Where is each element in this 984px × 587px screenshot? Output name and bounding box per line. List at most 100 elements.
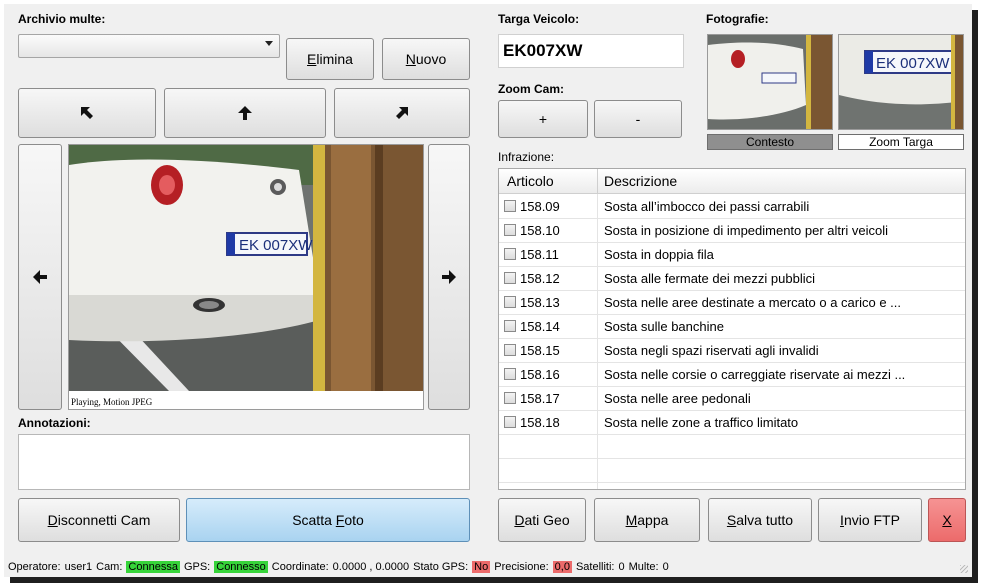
- articolo-text: 158.18: [520, 414, 560, 430]
- status-precisione-value: 0,0: [552, 561, 572, 573]
- table-row[interactable]: 158.11 Sosta in doppia fila: [499, 242, 965, 267]
- table-row[interactable]: 158.18 Sosta nelle zone a traffico limita…: [499, 410, 965, 435]
- pan-up-button[interactable]: [164, 88, 326, 138]
- nuovo-label-accel: N: [405, 51, 416, 67]
- articolo-text: 158.15: [520, 342, 560, 358]
- pan-right-button[interactable]: [428, 144, 470, 410]
- arrow-right-icon: [442, 270, 456, 284]
- status-operatore-value: user1: [64, 561, 93, 573]
- dati-geo-button[interactable]: Dati Geo: [498, 498, 586, 542]
- row-checkbox[interactable]: [504, 392, 516, 404]
- row-checkbox[interactable]: [504, 320, 516, 332]
- resize-grip-icon[interactable]: [960, 565, 968, 573]
- table-row[interactable]: 158.15 Sosta negli spazi riservati agli i…: [499, 338, 965, 363]
- photo-zoom-targa[interactable]: EK 007XW: [838, 34, 964, 130]
- elimina-label-post: limina: [316, 51, 353, 67]
- cell-descrizione: Sosta alle fermate dei mezzi pubblici: [597, 266, 965, 290]
- arrow-up-right-icon: [396, 107, 408, 119]
- table-row[interactable]: 158.14 Sosta sulle banchine: [499, 314, 965, 339]
- table-row-empty: [499, 434, 965, 459]
- close-button[interactable]: X: [928, 498, 966, 542]
- status-multe-label: Multe:: [628, 561, 659, 573]
- zoom-out-button[interactable]: -: [594, 100, 682, 138]
- tab-zoom-targa[interactable]: Zoom Targa: [838, 134, 964, 150]
- articolo-text: 158.11: [520, 246, 559, 262]
- articolo-text: 158.14: [520, 318, 560, 334]
- column-header-descrizione[interactable]: Descrizione: [597, 169, 677, 193]
- row-checkbox[interactable]: [504, 224, 516, 236]
- elimina-label-accel: E: [307, 51, 317, 67]
- status-coord-value: 0.0000 , 0.0000: [332, 561, 410, 573]
- camera-view[interactable]: EK 007XW Playing, Motion JPEG: [68, 144, 424, 410]
- camera-frame-image: EK 007XW: [69, 145, 423, 391]
- nuovo-button[interactable]: Nuovo: [382, 38, 470, 80]
- table-row-empty: [499, 458, 965, 483]
- cell-descrizione: Sosta nelle corsie o carreggiate riserva…: [597, 362, 965, 386]
- cell-articolo: 158.12: [501, 266, 597, 290]
- fotografie-label: Fotografie:: [706, 12, 769, 26]
- disconnetti-label-post: isconnetti Cam: [57, 512, 151, 528]
- cell-descrizione: Sosta nelle aree destinate a mercato o a…: [597, 290, 965, 314]
- targa-label: Targa Veicolo:: [498, 12, 580, 26]
- articolo-text: 158.09: [520, 198, 560, 214]
- archive-dropdown[interactable]: [18, 34, 280, 58]
- table-header: Articolo Descrizione: [499, 169, 965, 194]
- scatta-foto-button[interactable]: Scatta Foto: [186, 498, 470, 542]
- status-bar: Operatore: user1 Cam: Connessa GPS: Conn…: [4, 557, 972, 577]
- elimina-button[interactable]: Elimina: [286, 38, 374, 80]
- cell-articolo: 158.14: [501, 314, 597, 338]
- articolo-text: 158.12: [520, 270, 560, 286]
- row-checkbox[interactable]: [504, 416, 516, 428]
- camera-status-text: Playing, Motion JPEG: [71, 397, 153, 407]
- cell-descrizione: Sosta nelle aree pedonali: [597, 386, 965, 410]
- status-satelliti-label: Satelliti:: [575, 561, 615, 573]
- pan-left-button[interactable]: [18, 144, 62, 410]
- row-checkbox[interactable]: [504, 200, 516, 212]
- salva-label-accel: S: [726, 512, 737, 528]
- scatta-label-post: oto: [344, 512, 364, 528]
- annotazioni-field[interactable]: [18, 434, 470, 490]
- targa-field[interactable]: EK007XW: [498, 34, 684, 68]
- tab-contesto[interactable]: Contesto: [707, 134, 833, 150]
- table-row[interactable]: 158.12 Sosta alle fermate dei mezzi pubbl…: [499, 266, 965, 291]
- cell-descrizione: Sosta negli spazi riservati agli invalid…: [597, 338, 965, 362]
- articolo-text: 158.10: [520, 222, 560, 238]
- salva-tutto-button[interactable]: Salva tutto: [708, 498, 812, 542]
- cell-articolo: 158.11: [501, 242, 597, 266]
- row-checkbox[interactable]: [504, 296, 516, 308]
- arrow-left-icon: [33, 270, 47, 284]
- cell-articolo: 158.09: [501, 194, 597, 218]
- column-header-articolo[interactable]: Articolo: [507, 169, 554, 193]
- infrazione-table: Articolo Descrizione 158.09 Sosta all’imb…: [498, 168, 966, 490]
- invio-ftp-button[interactable]: Invio FTP: [818, 498, 922, 542]
- row-checkbox[interactable]: [504, 344, 516, 356]
- mappa-button[interactable]: Mappa: [594, 498, 700, 542]
- cell-descrizione: Sosta in posizione di impedimento per al…: [597, 218, 965, 242]
- annotazioni-label: Annotazioni:: [18, 416, 91, 430]
- table-row[interactable]: 158.09 Sosta all’imbocco dei passi carrab…: [499, 194, 965, 219]
- cell-descrizione: Sosta sulle banchine: [597, 314, 965, 338]
- row-checkbox[interactable]: [504, 272, 516, 284]
- photo-context[interactable]: [707, 34, 833, 130]
- row-checkbox[interactable]: [504, 248, 516, 260]
- table-row[interactable]: 158.16 Sosta nelle corsie o carreggiate r…: [499, 362, 965, 387]
- status-multe-value: 0: [662, 561, 669, 573]
- disconnetti-label-accel: D: [47, 512, 58, 528]
- cell-articolo: 158.15: [501, 338, 597, 362]
- main-window: Archivio multe: Elimina Nuovo EK 007XW P…: [4, 4, 972, 577]
- pan-up-right-button[interactable]: [334, 88, 470, 138]
- cell-articolo: 158.16: [501, 362, 597, 386]
- status-coord-label: Coordinate:: [271, 561, 329, 573]
- infrazione-label: Infrazione:: [498, 150, 555, 164]
- table-row[interactable]: 158.10 Sosta in posizione di impedimento …: [499, 218, 965, 243]
- row-checkbox[interactable]: [504, 368, 516, 380]
- camera-plate-text: EK 007XW: [239, 237, 313, 254]
- disconnetti-cam-button[interactable]: Disconnetti Cam: [18, 498, 180, 542]
- table-row[interactable]: 158.13 Sosta nelle aree destinate a merca…: [499, 290, 965, 315]
- status-statogps-label: Stato GPS:: [413, 561, 469, 573]
- arrow-up-icon: [238, 106, 252, 120]
- zoom-label: Zoom Cam:: [498, 82, 564, 96]
- table-row[interactable]: 158.17 Sosta nelle aree pedonali: [499, 386, 965, 411]
- pan-up-left-button[interactable]: [18, 88, 156, 138]
- zoom-in-button[interactable]: +: [498, 100, 588, 138]
